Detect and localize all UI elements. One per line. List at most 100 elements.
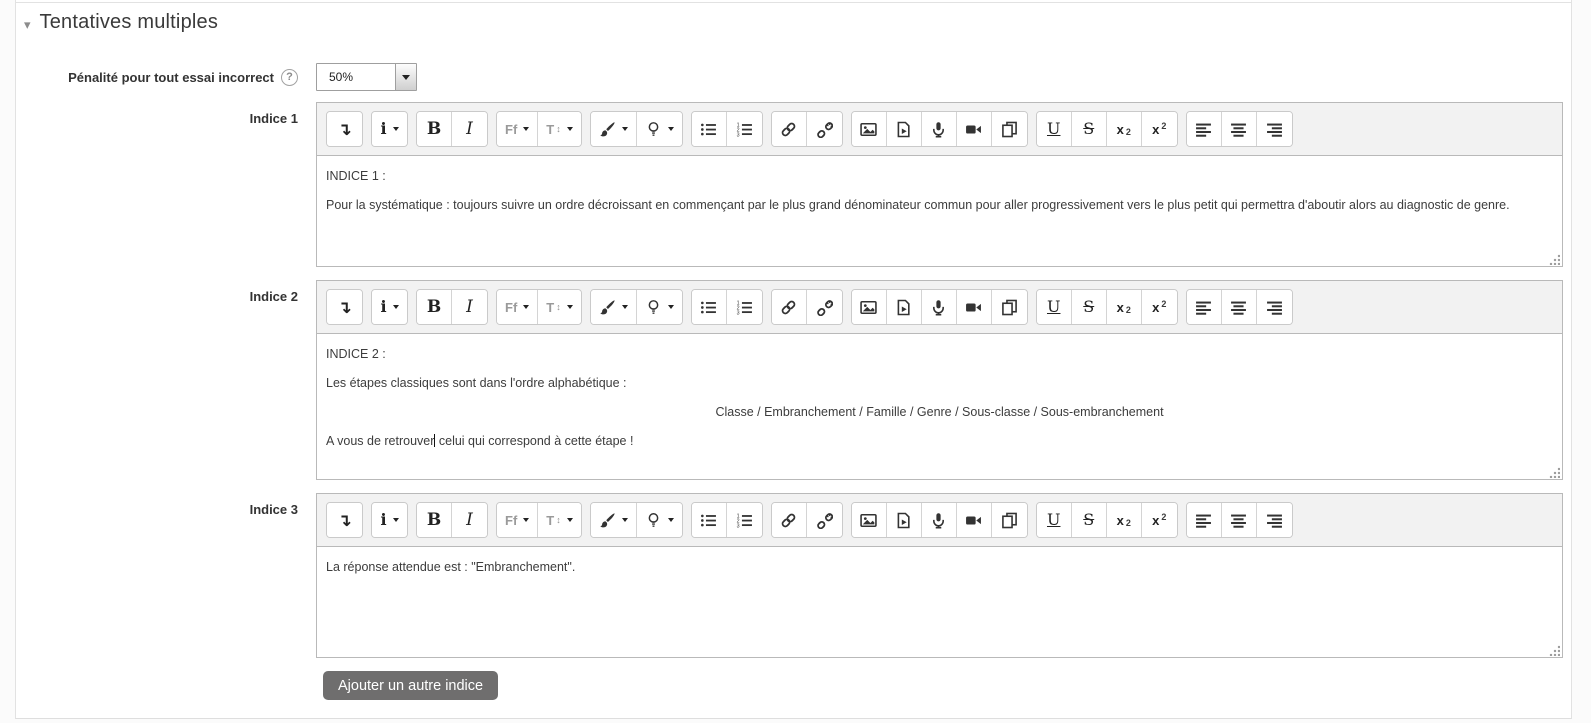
toolbar-group: FfT↕ [496, 289, 582, 325]
text-color-dropdown[interactable] [591, 112, 637, 146]
bold-glyph-icon: B [427, 512, 441, 529]
font-family-dropdown[interactable]: Ff [497, 112, 538, 146]
highlight-color-dropdown[interactable] [637, 503, 682, 537]
italic-button[interactable]: I [452, 290, 487, 324]
glyph-secondary: 2 [1161, 299, 1166, 309]
font-size-dropdown[interactable]: T↕ [538, 503, 580, 537]
italic-glyph-icon: I [466, 512, 473, 529]
toolbar-group [771, 502, 843, 538]
underline-button[interactable]: U [1037, 290, 1072, 324]
manage-files-button[interactable] [992, 503, 1027, 537]
align-right-button[interactable] [1257, 503, 1292, 537]
help-icon[interactable]: ? [281, 69, 298, 86]
underline-glyph-icon: U [1047, 299, 1060, 315]
link-button[interactable] [772, 503, 807, 537]
text-color-dropdown[interactable] [591, 503, 637, 537]
styles-dropdown[interactable]: i [372, 503, 407, 537]
highlight-color-dropdown[interactable] [637, 290, 682, 324]
italic-button[interactable]: I [452, 503, 487, 537]
superscript-button[interactable]: x2 [1142, 112, 1177, 146]
align-right-button[interactable] [1257, 290, 1292, 324]
resize-handle[interactable] [1548, 466, 1560, 478]
toolbar-group: i [371, 502, 408, 538]
insert-media-button[interactable] [887, 503, 922, 537]
font-family-dropdown[interactable]: Ff [497, 290, 538, 324]
ordered-list-button[interactable] [727, 503, 762, 537]
dropdown-caret-icon [567, 127, 573, 131]
align-left-button[interactable] [1187, 290, 1222, 324]
record-video-button[interactable] [957, 503, 992, 537]
align-center-button[interactable] [1222, 503, 1257, 537]
link-button[interactable] [772, 112, 807, 146]
unlink-button[interactable] [807, 290, 842, 324]
toggle-toolbar-button[interactable]: ↴ [327, 112, 362, 146]
dropdown-caret-icon [622, 518, 628, 522]
manage-files-button[interactable] [992, 290, 1027, 324]
insert-media-button[interactable] [887, 290, 922, 324]
insert-media-button[interactable] [887, 112, 922, 146]
subscript-button[interactable]: x2 [1107, 112, 1142, 146]
italic-button[interactable]: I [452, 112, 487, 146]
font-family-dropdown[interactable]: Ff [497, 503, 538, 537]
unlink-button[interactable] [807, 112, 842, 146]
record-audio-button[interactable] [922, 112, 957, 146]
styles-dropdown[interactable]: i [372, 290, 407, 324]
unordered-list-button[interactable] [692, 503, 727, 537]
record-video-button[interactable] [957, 112, 992, 146]
toggle-toolbar-glyph-icon: ↴ [337, 121, 351, 138]
align-left-button[interactable] [1187, 503, 1222, 537]
section-header-toggle[interactable]: ▾ Tentatives multiples [16, 0, 1571, 34]
record-audio-button[interactable] [922, 290, 957, 324]
editor-content-area[interactable]: INDICE 1 :Pour la systématique : toujour… [317, 156, 1562, 266]
styles-dropdown[interactable]: i [372, 112, 407, 146]
unlink-button[interactable] [807, 503, 842, 537]
align-right-button[interactable] [1257, 112, 1292, 146]
text-color-dropdown[interactable] [591, 290, 637, 324]
align-right-icon [1266, 121, 1283, 138]
bold-glyph-icon: B [427, 299, 441, 316]
font-size-dropdown[interactable]: T↕ [538, 290, 580, 324]
manage-files-button[interactable] [992, 112, 1027, 146]
underline-button[interactable]: U [1037, 503, 1072, 537]
toggle-toolbar-button[interactable]: ↴ [327, 503, 362, 537]
resize-handle[interactable] [1548, 253, 1560, 265]
strikethrough-button[interactable]: S [1072, 290, 1107, 324]
penalty-select[interactable]: 50% [316, 63, 417, 91]
subscript-button[interactable]: x2 [1107, 503, 1142, 537]
unordered-list-button[interactable] [692, 112, 727, 146]
insert-image-button[interactable] [852, 112, 887, 146]
ordered-list-button[interactable] [727, 290, 762, 324]
select-arrow-button[interactable] [395, 64, 416, 90]
link-button[interactable] [772, 290, 807, 324]
bold-button[interactable]: B [417, 290, 452, 324]
align-center-button[interactable] [1222, 112, 1257, 146]
highlight-color-dropdown[interactable] [637, 112, 682, 146]
editor-paragraph: La réponse attendue est : "Embranchement… [326, 558, 1553, 577]
add-hint-button[interactable]: Ajouter un autre indice [323, 671, 498, 700]
superscript-button[interactable]: x2 [1142, 290, 1177, 324]
glyph-secondary: 2 [1126, 518, 1131, 528]
insert-image-button[interactable] [852, 503, 887, 537]
unordered-list-button[interactable] [692, 290, 727, 324]
record-video-button[interactable] [957, 290, 992, 324]
subscript-button[interactable]: x2 [1107, 290, 1142, 324]
superscript-button[interactable]: x2 [1142, 503, 1177, 537]
editor-toolbar: ↴ iBI FfT↕ USx2x2 [317, 103, 1562, 156]
editor-content-area[interactable]: La réponse attendue est : "Embranchement… [317, 547, 1562, 657]
ordered-list-button[interactable] [727, 112, 762, 146]
bold-button[interactable]: B [417, 503, 452, 537]
underline-button[interactable]: U [1037, 112, 1072, 146]
bold-button[interactable]: B [417, 112, 452, 146]
toggle-toolbar-button[interactable]: ↴ [327, 290, 362, 324]
insert-image-button[interactable] [852, 290, 887, 324]
font-size-dropdown[interactable]: T↕ [538, 112, 580, 146]
dropdown-caret-icon [668, 127, 674, 131]
toolbar-group: FfT↕ [496, 502, 582, 538]
strikethrough-button[interactable]: S [1072, 112, 1107, 146]
align-center-button[interactable] [1222, 290, 1257, 324]
resize-handle[interactable] [1548, 644, 1560, 656]
record-audio-button[interactable] [922, 503, 957, 537]
align-left-button[interactable] [1187, 112, 1222, 146]
editor-content-area[interactable]: INDICE 2 :Les étapes classiques sont dan… [317, 334, 1562, 479]
strikethrough-button[interactable]: S [1072, 503, 1107, 537]
